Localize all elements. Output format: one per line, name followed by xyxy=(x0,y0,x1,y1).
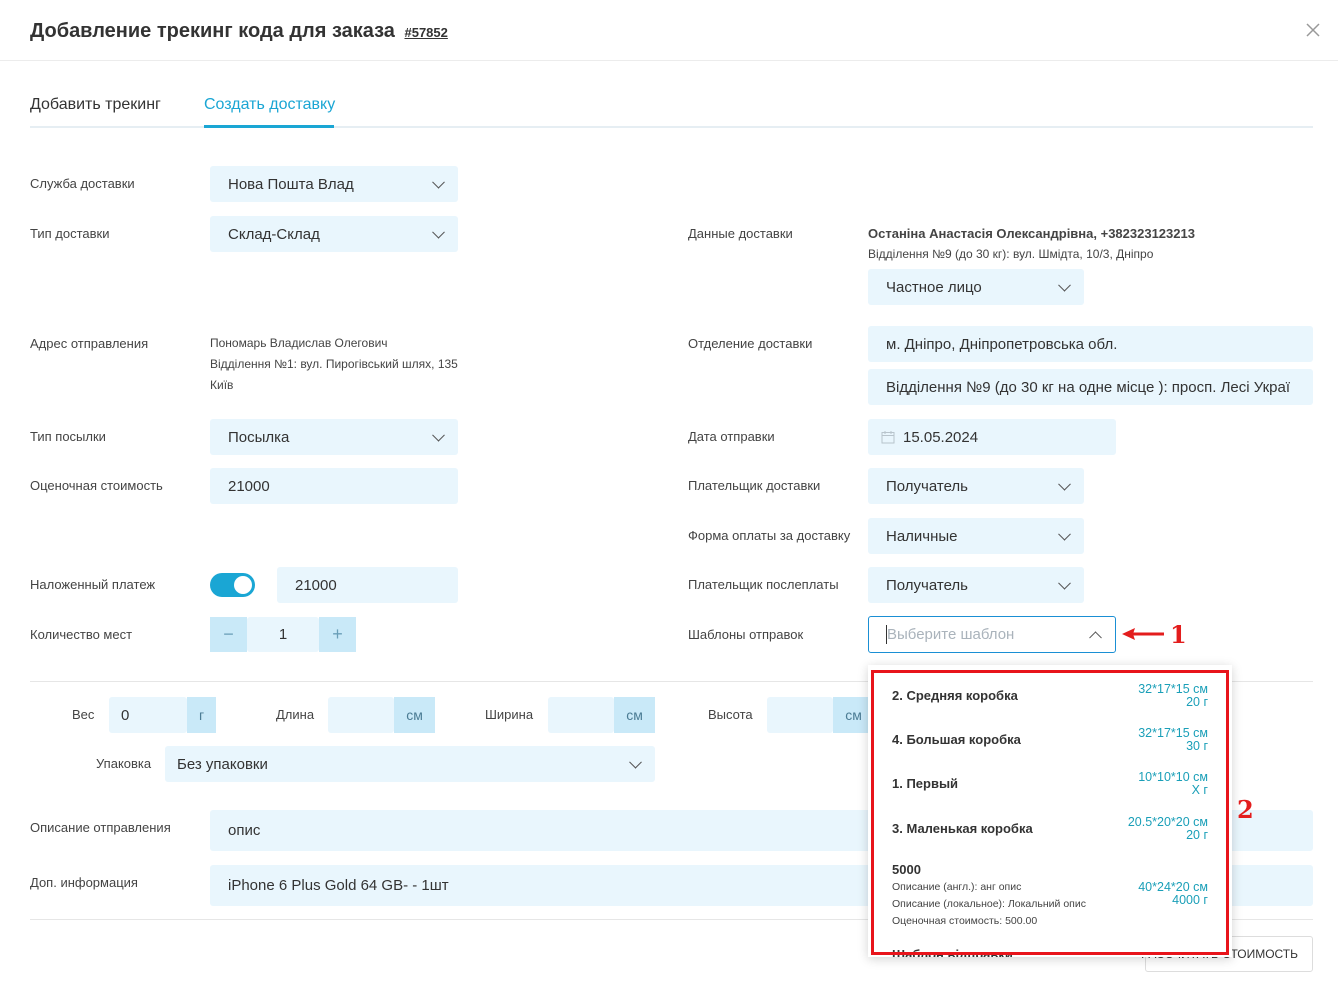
length-label: Длина xyxy=(276,707,315,722)
delivery-payer-value: Получатель xyxy=(886,477,968,495)
delivery-city-select[interactable]: м. Дніпро, Дніпропетровська обл. xyxy=(868,326,1313,362)
tab-active-indicator xyxy=(204,125,334,128)
places-count-input[interactable]: 1 xyxy=(247,617,319,652)
payment-form-value: Наличные xyxy=(886,527,958,545)
recipient-address: Відділення №9 (до 30 кг): вул. Шмідта, 1… xyxy=(868,247,1154,261)
payment-form-label: Форма оплаты за доставку xyxy=(688,528,851,543)
delivery-type-label: Тип доставки xyxy=(30,226,110,241)
length-unit: см xyxy=(394,697,435,733)
recipient-info: Останіна Анастасія Олександрівна, +38232… xyxy=(868,226,1195,241)
parcel-type-value: Посылка xyxy=(228,428,290,446)
modal-title: Добавление трекинг кода для заказа #5785… xyxy=(30,20,448,43)
width-unit: см xyxy=(614,697,655,733)
height-label: Высота xyxy=(708,707,753,722)
estimated-value-input[interactable]: 21000 xyxy=(210,468,458,504)
close-icon[interactable] xyxy=(1305,22,1321,38)
order-number-link[interactable]: #57852 xyxy=(404,25,447,40)
delivery-type-select[interactable]: Склад-Склад xyxy=(210,216,458,252)
delivery-payer-select[interactable]: Получатель xyxy=(868,468,1084,504)
delivery-service-select[interactable]: Нова Пошта Влад xyxy=(210,166,458,202)
chevron-down-icon xyxy=(1058,527,1071,541)
height-input[interactable] xyxy=(767,697,833,733)
packaging-label: Упаковка xyxy=(96,756,152,771)
cod-toggle[interactable] xyxy=(210,573,255,597)
weight-input[interactable]: 0 xyxy=(109,697,187,733)
header-divider xyxy=(0,60,1338,61)
chevron-down-icon xyxy=(432,225,445,239)
cod-payer-select[interactable]: Получатель xyxy=(868,567,1084,603)
person-type-select[interactable]: Частное лицо xyxy=(868,269,1084,305)
delivery-branch-label: Отделение доставки xyxy=(688,336,813,351)
minus-icon[interactable]: − xyxy=(210,617,247,652)
payment-form-select[interactable]: Наличные xyxy=(868,518,1084,554)
text-cursor xyxy=(886,625,887,644)
extra-info-label: Доп. информация xyxy=(30,875,138,890)
parcel-type-label: Тип посылки xyxy=(30,429,106,444)
sender-address-label: Адрес отправления xyxy=(30,336,149,351)
weight-label: Вес xyxy=(72,707,95,722)
cod-payer-label: Плательщик послеплаты xyxy=(688,577,839,592)
delivery-service-label: Служба доставки xyxy=(30,176,135,191)
modal-title-text: Добавление трекинг кода для заказа xyxy=(30,20,395,42)
estimated-value-label: Оценочная стоимость xyxy=(30,478,163,493)
delivery-data-label: Данные доставки xyxy=(688,226,793,241)
chevron-down-icon xyxy=(432,175,445,189)
arrow-icon xyxy=(1122,628,1164,640)
tab-create-delivery[interactable]: Создать доставку xyxy=(204,96,335,114)
ship-date-value: 15.05.2024 xyxy=(903,428,979,446)
width-input[interactable] xyxy=(548,697,614,733)
cod-label: Наложенный платеж xyxy=(30,577,156,592)
length-input[interactable] xyxy=(328,697,394,733)
person-type-value: Частное лицо xyxy=(886,278,982,296)
templates-placeholder: Выберите шаблон xyxy=(887,626,1015,643)
delivery-service-value: Нова Пошта Влад xyxy=(228,175,354,193)
ship-date-label: Дата отправки xyxy=(688,429,775,444)
sender-city: Київ xyxy=(210,378,234,392)
annotation-highlight-box xyxy=(871,670,1229,955)
sender-name: Пономарь Владислав Олегович xyxy=(210,336,388,350)
chevron-down-icon xyxy=(1058,576,1071,590)
cod-amount-input[interactable]: 21000 xyxy=(277,567,458,603)
chevron-down-icon xyxy=(1058,477,1071,491)
sender-address: Пономарь Владислав Олегович Відділення №… xyxy=(210,333,458,396)
places-count-label: Количество мест xyxy=(30,627,133,642)
templates-select[interactable]: Выберите шаблон xyxy=(868,616,1116,653)
packaging-value: Без упаковки xyxy=(177,755,268,773)
width-label: Ширина xyxy=(485,707,534,722)
ship-date-input[interactable]: 15.05.2024 xyxy=(868,419,1116,455)
annotation-2: 2 xyxy=(1237,795,1254,824)
plus-icon[interactable]: + xyxy=(319,617,356,652)
sender-branch: Відділення №1: вул. Пирогівський шлях, 1… xyxy=(210,357,458,371)
delivery-payer-label: Плательщик доставки xyxy=(688,478,821,493)
delivery-type-value: Склад-Склад xyxy=(228,225,320,243)
description-label: Описание отправления xyxy=(30,820,171,835)
chevron-down-icon xyxy=(432,428,445,442)
cod-payer-value: Получатель xyxy=(886,576,968,594)
calendar-icon xyxy=(881,431,895,444)
delivery-branch-select[interactable]: Відділення №9 (до 30 кг на одне місце ):… xyxy=(868,369,1313,405)
parcel-type-select[interactable]: Посылка xyxy=(210,419,458,455)
chevron-down-icon xyxy=(629,755,642,769)
chevron-down-icon xyxy=(1058,278,1071,292)
chevron-up-icon xyxy=(1089,630,1102,644)
packaging-select[interactable]: Без упаковки xyxy=(165,746,655,782)
tab-add-tracking[interactable]: Добавить трекинг xyxy=(30,96,161,114)
templates-label: Шаблоны отправок xyxy=(688,627,804,642)
weight-unit: г xyxy=(187,697,216,733)
annotation-1: 1 xyxy=(1170,620,1187,649)
